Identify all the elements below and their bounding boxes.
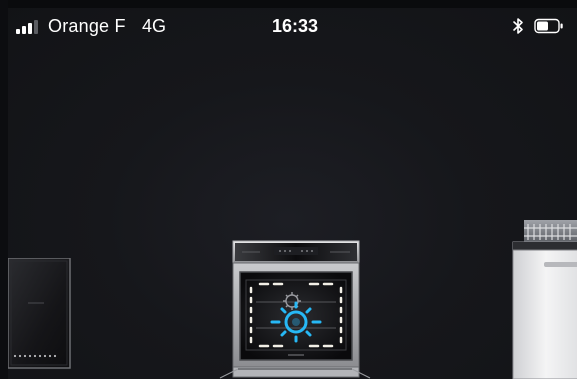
status-bar: Orange F 4G 16:33 — [0, 8, 577, 44]
dishwasher-icon[interactable] — [510, 220, 577, 379]
oven-icon[interactable] — [230, 240, 362, 379]
network-type: 4G — [142, 16, 167, 36]
carrier-name: Orange F — [48, 16, 126, 36]
battery-icon — [534, 18, 563, 34]
top-edge — [0, 0, 577, 8]
signal-strength-icon — [16, 20, 42, 34]
bluetooth-icon — [513, 18, 523, 34]
left-edge — [0, 0, 8, 379]
clock: 16:33 — [272, 16, 319, 36]
app-screen: Orange F 4G 16:33 — [0, 0, 577, 379]
induction-hob-icon[interactable] — [8, 258, 72, 370]
selection-shadow — [219, 368, 371, 379]
